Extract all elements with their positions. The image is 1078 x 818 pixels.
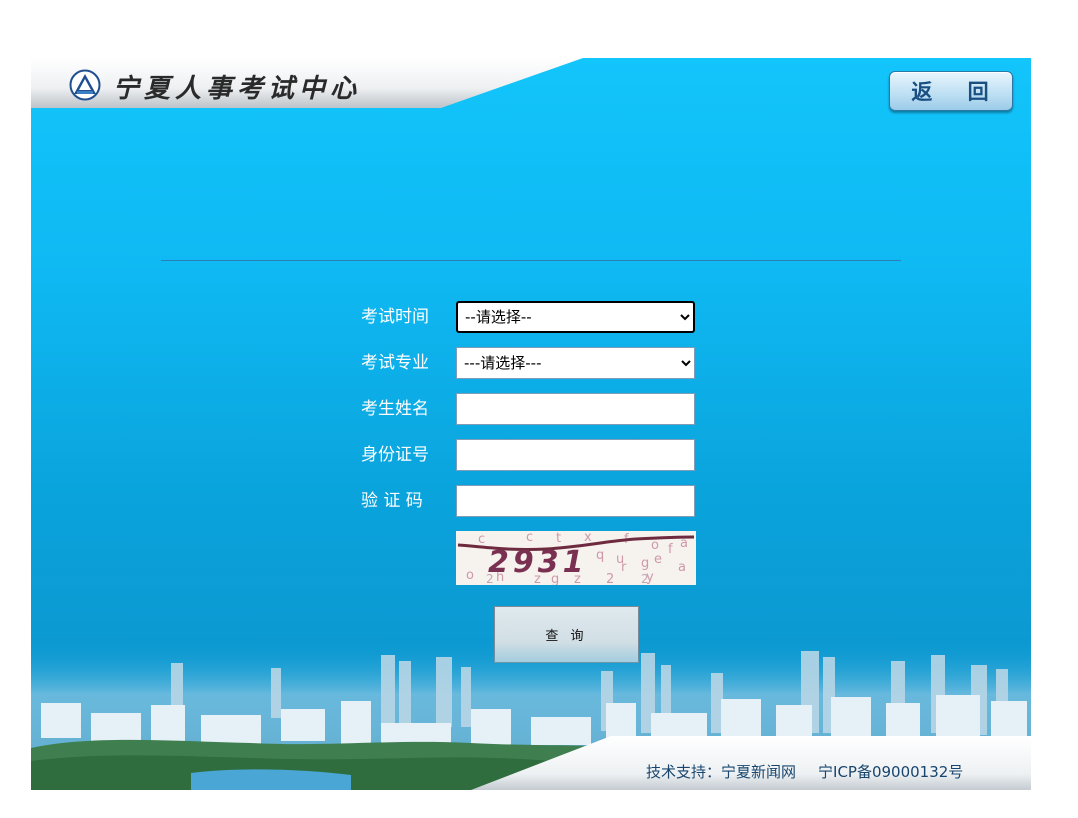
- svg-text:e: e: [654, 552, 662, 567]
- exam-major-label: 考试专业: [361, 353, 429, 373]
- icp-text: 宁ICP备09000132号: [818, 763, 964, 781]
- ningxia-exam-logo-icon: [69, 69, 101, 101]
- svg-text:2: 2: [606, 572, 614, 585]
- captcha-image[interactable]: cct xfo f au g eq yr a ohz gz2 t 22 2931: [456, 531, 696, 585]
- exam-major-select[interactable]: ---请选择---: [456, 347, 695, 379]
- exam-time-select[interactable]: --请选择--: [456, 301, 695, 333]
- id-number-input[interactable]: [456, 439, 695, 471]
- captcha-input[interactable]: [456, 485, 695, 517]
- captcha-label: 验 证 码: [361, 491, 423, 511]
- name-input[interactable]: [456, 393, 695, 425]
- exam-time-label: 考试时间: [361, 307, 429, 327]
- svg-text:a: a: [678, 560, 686, 575]
- svg-text:o: o: [651, 538, 659, 553]
- svg-text:f: f: [668, 542, 673, 557]
- tech-support-text: 技术支持：宁夏新闻网: [646, 763, 797, 781]
- main-panel: 宁夏人事考试中心 返 回 考试时间 --请选择-- 考试专业 ---请选择---…: [31, 58, 1031, 790]
- footer-info: 技术支持：宁夏新闻网 宁ICP备09000132号: [646, 761, 985, 782]
- site-title: 宁夏人事考试中心: [113, 74, 362, 104]
- svg-text:t: t: [556, 531, 561, 546]
- svg-text:q: q: [596, 548, 604, 563]
- header-divider: [161, 260, 901, 261]
- svg-text:c: c: [478, 532, 485, 547]
- svg-text:o: o: [466, 568, 474, 583]
- svg-text:2: 2: [641, 572, 649, 585]
- svg-text:c: c: [526, 531, 533, 545]
- back-button[interactable]: 返 回: [889, 71, 1013, 111]
- svg-text:g: g: [641, 556, 649, 571]
- id-number-label: 身份证号: [361, 445, 429, 465]
- name-label: 考生姓名: [361, 399, 429, 419]
- captcha-text: 2931: [488, 545, 588, 580]
- svg-text:r: r: [621, 560, 627, 575]
